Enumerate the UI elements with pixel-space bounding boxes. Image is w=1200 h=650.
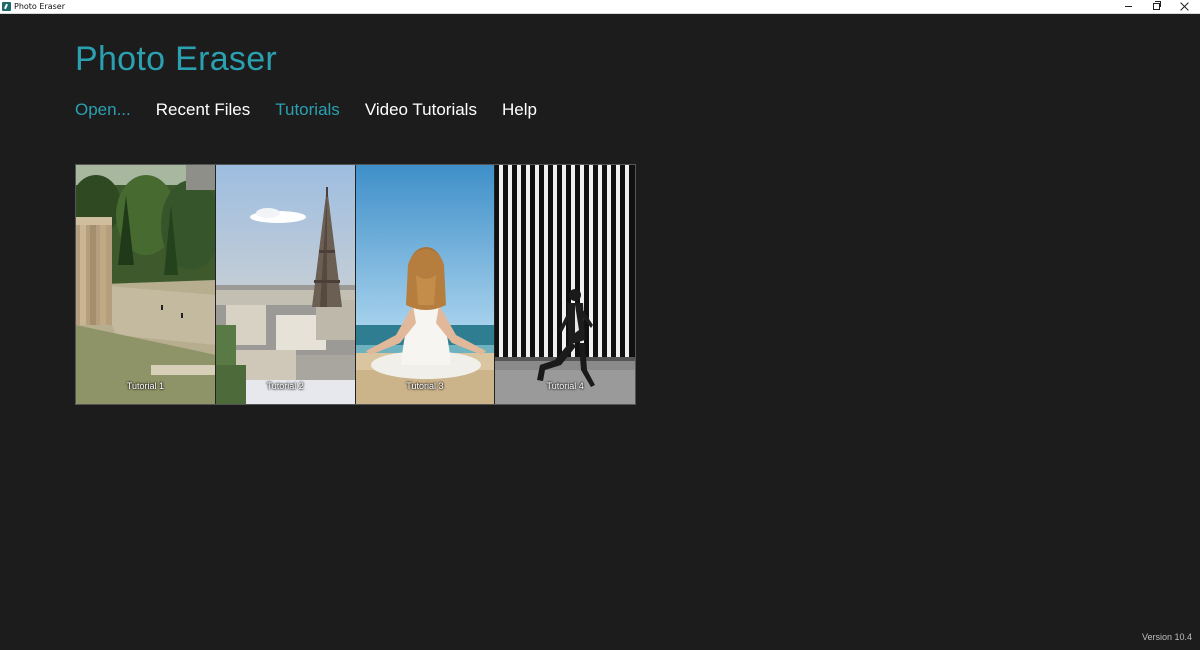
restore-button[interactable] [1142,0,1170,13]
tutorial-label: Tutorial 3 [406,381,444,391]
tutorial-tile-4[interactable]: Tutorial 4 [495,165,635,404]
tutorial-tile-3[interactable]: Tutorial 3 [355,165,496,404]
nav-recent-files[interactable]: Recent Files [156,100,250,120]
meditation-beach-image [355,165,495,404]
tutorial-gallery: Tutorial 1 Tutorial 2 Tutorial 3 Tutoria… [75,164,636,405]
restore-icon [1152,1,1161,10]
nav-help[interactable]: Help [502,100,537,120]
minimize-icon [1124,6,1132,7]
main-nav: Open... Recent Files Tutorials Video Tut… [75,100,562,120]
nav-open[interactable]: Open... [75,100,131,120]
tutorial-label: Tutorial 2 [266,381,304,391]
tutorial-label: Tutorial 1 [126,381,164,391]
nav-video-tutorials[interactable]: Video Tutorials [365,100,477,120]
close-icon [1180,2,1189,11]
tutorial-label: Tutorial 4 [546,381,584,391]
tutorial-tile-2[interactable]: Tutorial 2 [215,165,356,404]
app-icon [2,2,11,11]
running-man-image [495,165,635,404]
version-label: Version 10.4 [1141,632,1192,642]
window-title: Photo Eraser [14,2,65,11]
close-button[interactable] [1170,0,1198,13]
ruins-landscape-image [76,165,215,404]
eiffel-tower-image [215,165,355,404]
title-bar: Photo Eraser [0,0,1200,14]
nav-tutorials[interactable]: Tutorials [275,100,340,120]
tutorial-tile-1[interactable]: Tutorial 1 [76,165,216,404]
minimize-button[interactable] [1114,0,1142,13]
page-title: Photo Eraser [75,40,278,78]
